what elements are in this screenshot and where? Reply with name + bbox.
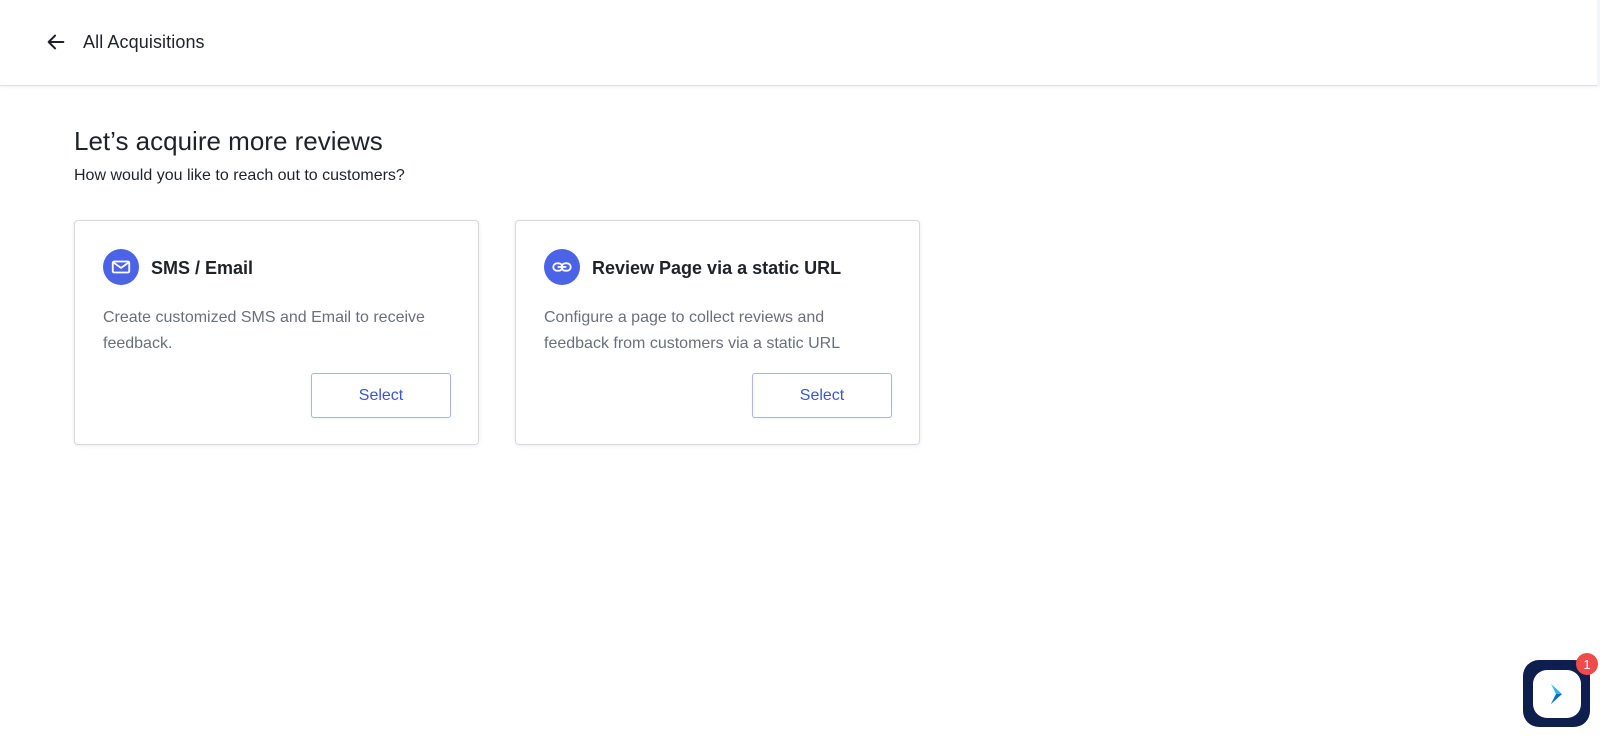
option-title: Review Page via a static URL xyxy=(592,258,842,278)
option-description: Create customized SMS and Email to recei… xyxy=(103,309,425,352)
select-static-url-button[interactable]: Select xyxy=(752,373,892,418)
option-card-static-url: Review Page via a static URL Configure a… xyxy=(515,220,920,445)
back-button[interactable] xyxy=(42,28,70,56)
option-description: Configure a page to collect reviews and … xyxy=(544,309,841,352)
section-subheading: How would you like to reach out to custo… xyxy=(74,167,405,184)
link-icon xyxy=(544,249,580,285)
notification-badge: 1 xyxy=(1576,653,1598,675)
section-heading: Let’s acquire more reviews xyxy=(74,126,383,156)
option-card-sms-email: SMS / Email Create customized SMS and Em… xyxy=(74,220,479,445)
top-bar: All Acquisitions xyxy=(0,0,1600,86)
page-title: All Acquisitions xyxy=(83,32,205,52)
chat-logo-icon xyxy=(1532,669,1581,718)
option-title: SMS / Email xyxy=(151,258,254,278)
select-sms-email-button[interactable]: Select xyxy=(311,373,451,418)
arrow-left-icon xyxy=(47,34,65,50)
mail-icon xyxy=(103,249,139,285)
